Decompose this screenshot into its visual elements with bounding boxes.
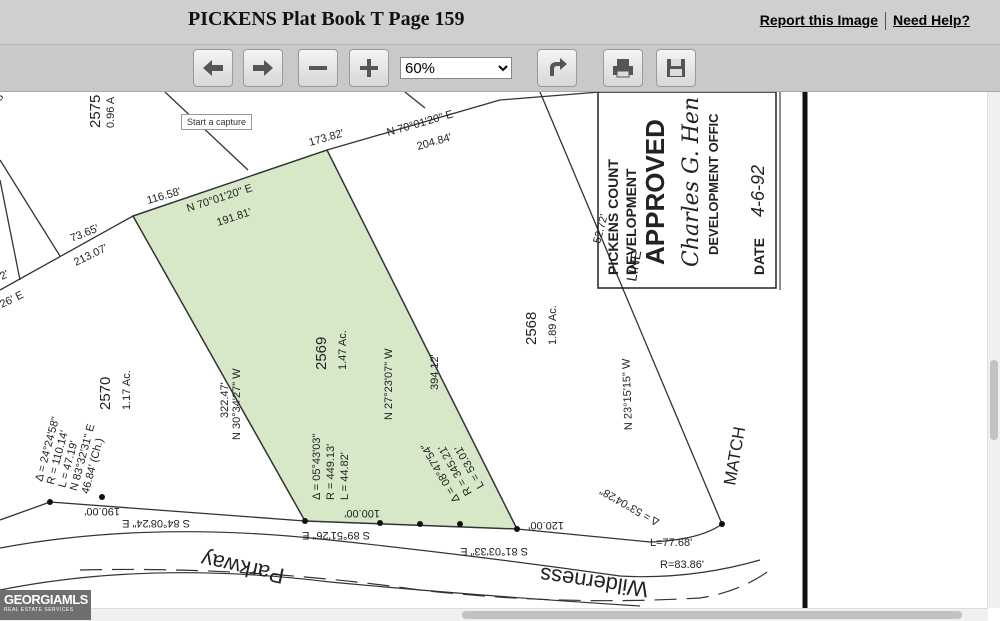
plat-drawing: PICKENS COUNT DEVELOPMENT APPROVED Charl…: [0, 92, 808, 608]
delta-53: Δ = 53°04'28": [598, 484, 662, 528]
svg-text:2575: 2575: [87, 95, 104, 128]
lot-2568-label: 2568 1.89 Ac.: [523, 305, 559, 345]
lot-2575-label: 2575 0.96 A: [87, 95, 117, 128]
svg-text:394.12': 394.12': [429, 354, 441, 390]
viewer-toolbar: 60%: [0, 45, 1000, 92]
curve-radius: R=83.86': [660, 559, 704, 571]
svg-text:R = 449.13': R = 449.13': [325, 444, 337, 500]
stamp-line-4: DEVELOPMENT OFFIC: [706, 113, 721, 255]
zoom-in-button[interactable]: [349, 49, 389, 87]
dim-190-00: 190.00': [84, 505, 120, 517]
stamp-date-value: 4-6-92: [748, 165, 768, 217]
georgia-mls-logo: GEORGIAMLS REAL ESTATE SERVICES: [0, 590, 91, 620]
horizontal-scrollbar[interactable]: [0, 608, 988, 621]
report-image-link[interactable]: Report this Image: [760, 12, 878, 28]
title-bar: PICKENS Plat Book T Page 159 Report this…: [0, 0, 1000, 45]
capture-tooltip: Start a capture: [181, 114, 253, 130]
dim-left-top: 19'58": [0, 92, 8, 121]
dim-73-65: 73.65': [69, 223, 101, 245]
dim-2: 2': [0, 268, 11, 282]
stamp-date-label: DATE: [751, 238, 767, 275]
arrow-left-icon: [203, 60, 223, 76]
header-links: Report this Image Need Help?: [760, 12, 970, 31]
plus-icon: [360, 59, 378, 77]
vertical-scrollbar[interactable]: [987, 92, 1000, 608]
curve-length: L=77.68': [650, 537, 692, 549]
floppy-disk-icon: [667, 59, 685, 77]
print-button[interactable]: [603, 49, 643, 87]
svg-text:2570: 2570: [97, 377, 114, 410]
bearing-s81: S 81°03'33" E: [460, 545, 528, 557]
document-viewer[interactable]: PICKENS COUNT DEVELOPMENT APPROVED Charl…: [0, 92, 988, 608]
dim-2569-west: N 30°34'27" W 322.47': [219, 368, 243, 440]
svg-text:1.17 Ac.: 1.17 Ac.: [121, 370, 133, 410]
horizontal-scroll-thumb[interactable]: [462, 611, 962, 619]
vertical-scroll-thumb[interactable]: [990, 360, 998, 440]
dim-120-00: 120.00': [528, 519, 564, 531]
dim-26e: 26' E: [0, 289, 26, 311]
next-page-button[interactable]: [243, 49, 283, 87]
svg-text:322.47': 322.47': [219, 382, 231, 418]
svg-text:N 30°34'27" W: N 30°34'27" W: [231, 368, 243, 440]
svg-text:1.47 Ac.: 1.47 Ac.: [337, 330, 349, 370]
match-line-label: MATCH: [720, 425, 749, 487]
rotate-button[interactable]: [537, 49, 577, 87]
svg-text:0.96 A: 0.96 A: [105, 96, 117, 128]
svg-text:N 27°23'07" W: N 27°23'07" W: [383, 348, 395, 420]
lot-2570-label: 2570 1.17 Ac.: [97, 370, 133, 410]
svg-text:2569: 2569: [313, 337, 330, 370]
svg-text:Δ = 05°43'03": Δ = 05°43'03": [311, 434, 323, 500]
previous-page-button[interactable]: [193, 49, 233, 87]
link-divider: [884, 12, 886, 31]
curve-left: Δ = 24°24'58" R = 110.14' L = 47.19' N 8…: [33, 415, 106, 495]
need-help-link[interactable]: Need Help?: [893, 12, 970, 28]
minus-icon: [309, 66, 327, 70]
zoom-out-button[interactable]: [298, 49, 338, 87]
dim-173-82: 173.82': [308, 127, 346, 148]
zoom-level-select[interactable]: 60%: [400, 57, 512, 79]
road-name-wilderness: Wilderness: [538, 562, 649, 602]
svg-text:2568: 2568: [523, 312, 540, 345]
printer-icon: [613, 59, 633, 78]
road-name-parkway: Parkway: [199, 547, 287, 589]
arrow-right-icon: [253, 60, 273, 76]
bearing-s84: S 84°08'24" E: [122, 517, 190, 529]
dim-100-00: 100.00': [344, 507, 380, 519]
dim-2568-east: N 23°15'15" W: [620, 358, 635, 431]
svg-text:L = 44.82': L = 44.82': [339, 452, 351, 500]
bearing-s89: S 89°51'26" E: [302, 529, 370, 541]
page-title: PICKENS Plat Book T Page 159: [188, 8, 465, 30]
stamp-approved: APPROVED: [640, 119, 670, 265]
save-button[interactable]: [656, 49, 696, 87]
dim-204-84: 204.84': [416, 131, 454, 152]
rotate-icon: [550, 58, 567, 76]
svg-text:1.89 Ac.: 1.89 Ac.: [547, 305, 559, 345]
approval-stamp: PICKENS COUNT DEVELOPMENT APPROVED Charl…: [597, 92, 777, 289]
stamp-signature: Charles G. Hen: [679, 97, 704, 267]
